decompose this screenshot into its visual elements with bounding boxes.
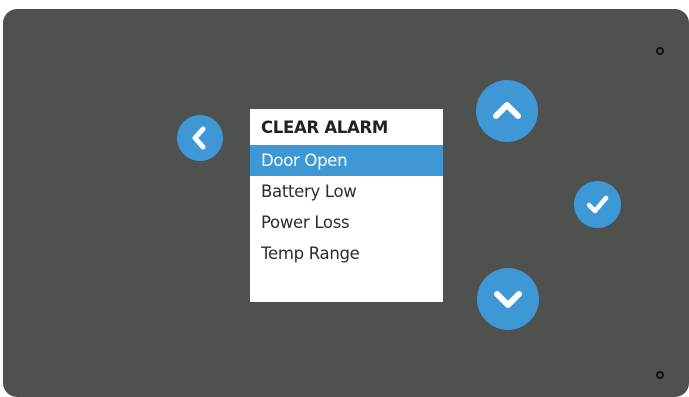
display-screen: CLEAR ALARM Door Open Battery Low Power … xyxy=(250,109,443,302)
menu-item-battery-low[interactable]: Battery Low xyxy=(250,176,443,207)
chevron-down-icon xyxy=(494,291,522,308)
screw-bottom xyxy=(656,371,664,379)
menu-item-temp-range[interactable]: Temp Range xyxy=(250,238,443,269)
chevron-up-icon xyxy=(493,102,521,119)
alarm-menu: Door Open Battery Low Power Loss Temp Ra… xyxy=(250,145,443,269)
screen-title: CLEAR ALARM xyxy=(261,118,388,137)
menu-item-power-loss[interactable]: Power Loss xyxy=(250,207,443,238)
ok-button[interactable] xyxy=(574,181,621,228)
up-button[interactable] xyxy=(476,80,538,142)
menu-item-door-open[interactable]: Door Open xyxy=(250,145,443,176)
down-button[interactable] xyxy=(477,268,539,330)
screw-top xyxy=(656,47,664,55)
chevron-left-icon xyxy=(192,126,206,150)
back-button[interactable] xyxy=(177,115,223,161)
checkmark-icon xyxy=(586,195,609,214)
